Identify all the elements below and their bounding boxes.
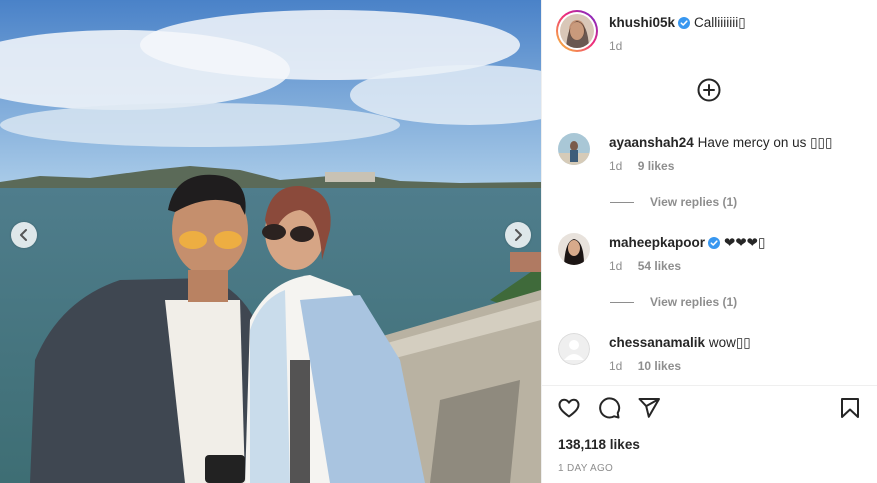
chevron-right-icon — [515, 229, 522, 241]
plus-circle-icon[interactable] — [697, 78, 721, 102]
post-photo — [0, 0, 541, 483]
comment-icon[interactable] — [597, 396, 621, 420]
comment-username[interactable]: maheepkapoor — [609, 235, 705, 250]
action-bar — [557, 396, 862, 422]
caption-text: Calliiiiiii▯ — [694, 15, 746, 30]
author-avatar[interactable] — [556, 10, 598, 52]
comment-item: ayaanshah24 Have mercy on us ▯▯▯ 1d 9 li… — [558, 131, 867, 181]
commenter-avatar[interactable] — [558, 233, 590, 265]
comment-item: chessanamalik wow▯▯ 1d 10 likes — [558, 331, 867, 381]
comment-text: ❤❤❤▯ — [724, 235, 766, 250]
author-username[interactable]: khushi05k — [609, 15, 675, 30]
comment-time: 1d — [609, 259, 623, 273]
replies-divider — [610, 301, 634, 303]
bookmark-icon[interactable] — [838, 396, 862, 420]
comment-text: Have mercy on us ▯▯▯ — [697, 135, 833, 150]
post-media — [0, 0, 541, 483]
view-replies-button[interactable]: View replies (1) — [610, 295, 737, 309]
comment-likes[interactable]: 10 likes — [638, 359, 681, 373]
like-count[interactable]: 138,118 likes — [558, 437, 640, 452]
instagram-post: khushi05k Calliiiiiii▯ 1d ayaanshah24 Ha… — [0, 0, 877, 483]
commenter-avatar[interactable] — [558, 333, 590, 365]
next-photo-button[interactable] — [505, 222, 531, 248]
verified-badge-icon — [678, 17, 691, 29]
heart-icon[interactable] — [557, 396, 581, 420]
share-icon[interactable] — [637, 396, 661, 420]
view-replies-label: View replies (1) — [650, 195, 738, 209]
comment-time: 1d — [609, 359, 623, 373]
caption-header: khushi05k Calliiiiiii▯ 1d — [556, 10, 867, 56]
comment-username[interactable]: chessanamalik — [609, 335, 705, 350]
comment-text: wow▯▯ — [708, 335, 751, 350]
post-sidebar: khushi05k Calliiiiiii▯ 1d ayaanshah24 Ha… — [541, 0, 877, 483]
comment-likes[interactable]: 54 likes — [638, 259, 681, 273]
comment-likes[interactable]: 9 likes — [638, 159, 675, 173]
view-replies-label: View replies (1) — [650, 295, 738, 309]
replies-divider — [610, 201, 634, 203]
comment-time: 1d — [609, 159, 623, 173]
author-avatar-image — [560, 14, 594, 48]
caption-time: 1d — [609, 39, 623, 53]
actions-divider — [542, 385, 877, 386]
verified-badge-icon — [708, 237, 721, 249]
comment-item: maheepkapoor ❤❤❤▯ 1d 54 likes — [558, 231, 867, 281]
comment-username[interactable]: ayaanshah24 — [609, 135, 694, 150]
view-replies-button[interactable]: View replies (1) — [610, 195, 737, 209]
chevron-left-icon — [20, 229, 27, 241]
post-timestamp: 1 DAY AGO — [558, 463, 614, 474]
previous-photo-button[interactable] — [11, 222, 37, 248]
commenter-avatar[interactable] — [558, 133, 590, 165]
